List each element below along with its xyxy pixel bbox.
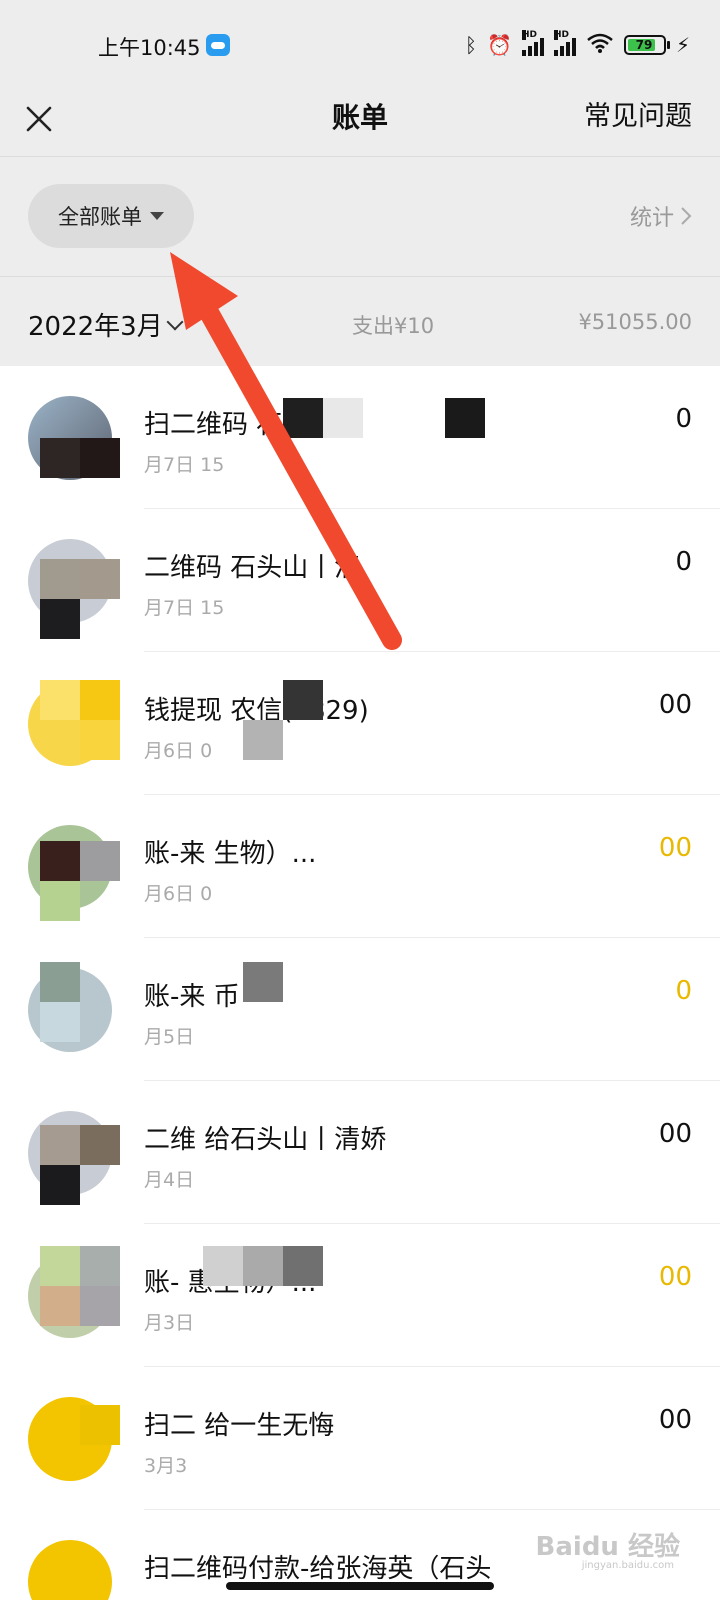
- month-income: ¥51055.00: [578, 310, 692, 334]
- alarm-icon: ⏰: [487, 33, 512, 57]
- transaction-row[interactable]: 账-来 币 月5日 0: [0, 938, 720, 1081]
- transaction-date: 月6日 0: [144, 740, 213, 762]
- transaction-row[interactable]: 扫二 给一生无悔 3月3 00: [0, 1367, 720, 1510]
- pixelation-block: [243, 720, 283, 760]
- pixelation-block: [40, 559, 80, 599]
- faq-link[interactable]: 常见问题: [584, 94, 692, 133]
- caret-down-icon: [150, 212, 164, 220]
- transaction-row[interactable]: 扫二维码 石头山 月7日 15 0: [0, 366, 720, 509]
- pixelation-block: [80, 559, 120, 599]
- pixelation-block: [40, 1286, 80, 1326]
- pixelation-block: [243, 1246, 283, 1286]
- transaction-date: 月5日: [144, 1026, 195, 1048]
- wifi-icon: [586, 32, 614, 59]
- bluetooth-icon: ᛒ: [465, 33, 478, 57]
- transaction-date: 月4日: [144, 1169, 195, 1191]
- chevron-down-icon: [166, 313, 184, 330]
- cloud-icon: [206, 34, 230, 56]
- pixelation-block: [283, 1246, 323, 1286]
- transaction-title: 二维码 石头山丨清: [144, 553, 361, 583]
- bill-filter-label: 全部账单: [58, 205, 142, 229]
- pixelation-block: [40, 841, 80, 881]
- pixelation-block: [40, 438, 80, 478]
- pixelation-block: [40, 1002, 80, 1042]
- nav-bar: 账单 常见问题: [0, 92, 720, 156]
- pixelation-block: [80, 680, 120, 720]
- transaction-amount: 0: [675, 547, 692, 577]
- pixelation-block: [80, 720, 120, 760]
- pixelation-block: [40, 680, 80, 720]
- pixelation-block: [80, 438, 120, 478]
- pixelation-block: [80, 1286, 120, 1326]
- pixelation-block: [40, 962, 80, 1002]
- transaction-date: 月6日 0: [144, 883, 213, 905]
- signal-icon-2: HD: [553, 30, 576, 56]
- pixelation-block: [445, 398, 485, 438]
- pixelation-block: [40, 881, 80, 921]
- filter-divider: [0, 276, 720, 277]
- pixelation-block: [40, 1125, 80, 1165]
- watermark-url: jingyan.baidu.com: [581, 1560, 674, 1571]
- pixelation-block: [40, 1165, 80, 1205]
- status-icons: ᛒ ⏰ HD HD 79 ⚡: [465, 30, 690, 60]
- pixelation-block: [283, 398, 323, 438]
- battery-icon: 79: [623, 35, 670, 55]
- pixelation-block: [80, 1125, 120, 1165]
- transaction-title: 扫二维码付款-给张海英（石头: [144, 1554, 492, 1584]
- pixelation-block: [40, 1246, 80, 1286]
- transaction-amount: 00: [658, 1119, 692, 1149]
- transaction-title: 扫二 给一生无悔: [144, 1411, 335, 1441]
- avatar: [28, 1540, 112, 1600]
- month-spend: 支出¥10: [352, 314, 435, 338]
- transaction-title: 账-来 币: [144, 982, 240, 1012]
- transaction-amount: 00: [658, 1405, 692, 1435]
- nav-divider: [0, 156, 720, 157]
- watermark-brand: Baidu 经验: [535, 1532, 680, 1562]
- transaction-amount: 00: [658, 1262, 692, 1292]
- charging-icon: ⚡: [675, 33, 690, 57]
- transaction-title: 账-来 生物）...: [144, 839, 317, 869]
- bill-filter-dropdown[interactable]: 全部账单: [28, 184, 194, 248]
- month-label: 2022年3月: [28, 312, 163, 342]
- stats-label: 统计: [629, 206, 674, 231]
- close-button[interactable]: [20, 100, 60, 140]
- transaction-list: 扫二维码 石头山 月7日 15 0 二维码 石头山丨清 月7日 15 0 钱提现…: [0, 366, 720, 1600]
- close-icon: [26, 106, 52, 132]
- status-time: 上午10:45: [98, 36, 201, 60]
- month-selector[interactable]: 2022年3月: [28, 306, 184, 343]
- transaction-amount: 00: [658, 833, 692, 863]
- pixelation-block: [243, 962, 283, 1002]
- home-indicator[interactable]: [226, 1582, 494, 1590]
- transaction-row[interactable]: 账-来 生物）... 月6日 0 00: [0, 795, 720, 938]
- transaction-date: 月7日 15: [144, 454, 225, 476]
- pixelation-block: [323, 398, 363, 438]
- battery-level: 79: [635, 38, 653, 52]
- pixelation-block: [283, 680, 323, 720]
- status-bar: 上午10:45 ᛒ ⏰ HD HD 79 ⚡: [0, 0, 720, 92]
- filter-bar: 全部账单 统计: [0, 158, 720, 278]
- transaction-date: 3月3: [144, 1455, 188, 1477]
- month-summary: 2022年3月 支出¥10 ¥51055.00: [0, 280, 720, 366]
- stats-link[interactable]: 统计: [630, 200, 692, 232]
- pixelation-block: [80, 841, 120, 881]
- signal-icon: HD: [521, 30, 544, 56]
- transaction-date: 月3日: [144, 1312, 195, 1334]
- transaction-row[interactable]: 账- 惠生物）... 月3日 00: [0, 1224, 720, 1367]
- transaction-amount: 00: [658, 690, 692, 720]
- pixelation-block: [40, 599, 80, 639]
- transaction-amount: 0: [675, 976, 692, 1006]
- transaction-row[interactable]: 二维 给石头山丨清娇 月4日 00: [0, 1081, 720, 1224]
- pixelation-block: [80, 1405, 120, 1445]
- chevron-right-icon: [681, 207, 692, 225]
- transaction-title: 二维 给石头山丨清娇: [144, 1125, 387, 1155]
- pixelation-block: [80, 1246, 120, 1286]
- transaction-row[interactable]: 二维码 石头山丨清 月7日 15 0: [0, 509, 720, 652]
- transaction-amount: 0: [675, 404, 692, 434]
- pixelation-block: [203, 1246, 243, 1286]
- transaction-row[interactable]: 钱提现 农信(5829) 月6日 0 00: [0, 652, 720, 795]
- transaction-date: 月7日 15: [144, 597, 225, 619]
